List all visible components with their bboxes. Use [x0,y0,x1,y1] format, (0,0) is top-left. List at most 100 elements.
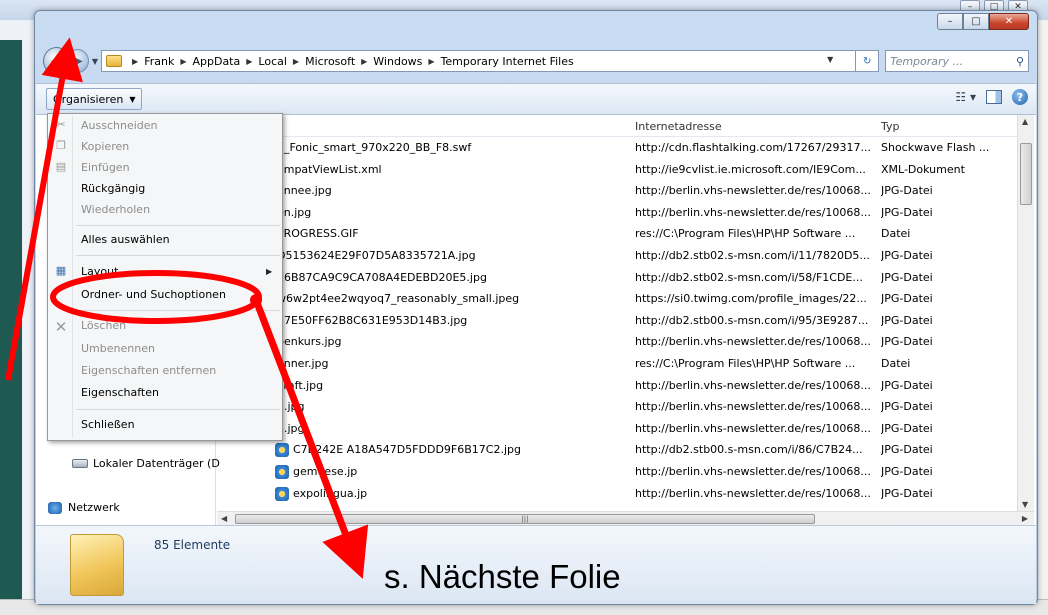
file-url-cell: http://db2.stb00.s-msn.com/i/95/3E9287..… [635,313,869,327]
paste-icon: ▤ [55,160,67,173]
file-name-cell: 37E50FF62B8C631E953D14B3.jpg [277,313,468,327]
layout-icon: ▦ [55,264,67,277]
refresh-icon: ↻ [863,55,872,67]
table-row[interactable]: anner.jpg res://C:\Program Files\HP\HP So… [217,353,1017,374]
breadcrumb-local[interactable]: Local [258,55,287,68]
menu-item-cut[interactable]: Ausschneiden [81,119,158,132]
table-row[interactable]: E6B87CA9C9CA708A4EDEBD20E5.jpg http://db2… [217,267,1017,288]
scroll-up-icon[interactable]: ▲ [1022,117,1028,126]
item-count: 85 Elemente [154,538,231,552]
table-row[interactable]: w6w2pt4ee2wqyoq7_reasonably_small.jpeg ht… [217,288,1017,309]
file-url-cell: http://berlin.vhs-newsletter.de/res/1006… [635,378,871,392]
search-placeholder: Temporary ... [890,54,964,68]
breadcrumb-frank[interactable]: Frank [144,55,174,68]
menu-item-delete[interactable]: Löschen [81,319,126,332]
organize-button[interactable]: Organisieren ▼ [46,88,143,110]
file-type-cell: JPG-Datei [881,313,933,327]
table-row[interactable]: benkurs.jpg http://berlin.vhs-newsletter.… [217,331,1017,352]
breadcrumb-separator[interactable]: ▶ [246,57,252,66]
scroll-left-icon[interactable]: ◀ [221,514,227,523]
file-type-cell: JPG-Datei [881,486,933,500]
recent-pages-dropdown[interactable]: ▼ [92,57,98,66]
file-type-cell: JPG-Datei [881,443,933,457]
menu-item-layout[interactable]: Layout [81,265,118,278]
address-bar[interactable]: ▶ Frank ▶ AppData ▶ Local ▶ Microsoft ▶ … [101,50,857,72]
menu-item-close[interactable]: Schließen [81,418,135,431]
menu-item-select-all[interactable]: Alles auswählen [81,233,170,246]
column-header-type[interactable]: Typ [881,120,900,133]
table-row[interactable]: annee.jpg http://berlin.vhs-newsletter.de… [217,180,1017,201]
menu-item-paste[interactable]: Einfügen [81,161,130,174]
file-name-cell: en.jpg [277,205,312,219]
menu-item-rename[interactable]: Umbenennen [81,342,155,355]
table-row[interactable]: D5153624E29F07D5A8335721A.jpg http://db2.… [217,245,1017,266]
vertical-scroll-thumb[interactable] [1020,143,1032,205]
nav-item-network[interactable]: Netzwerk [48,501,120,514]
file-url-cell: res://C:\Program Files\HP\HP Software ..… [635,357,856,370]
file-url-cell: http://cdn.flashtalking.com/17267/29317.… [635,141,871,154]
file-name-cell: annee.jpg [277,184,332,198]
file-name-cell: D5153624E29F07D5A8335721A.jpg [277,249,476,262]
scroll-right-icon[interactable]: ▶ [1022,514,1028,523]
menu-item-copy[interactable]: Kopieren [81,140,129,153]
table-row[interactable]: PROGRESS.GIF res://C:\Program Files\HP\HP… [217,223,1017,244]
table-row[interactable]: n.jpg http://berlin.vhs-newsletter.de/res… [217,396,1017,417]
file-name-cell: E6B87CA9C9CA708A4EDEBD20E5.jpg [277,270,487,284]
table-row[interactable]: n.jpg http://berlin.vhs-newsletter.de/res… [217,418,1017,439]
horizontal-scroll-thumb[interactable]: ||| [235,514,815,524]
breadcrumb-separator[interactable]: ▶ [361,57,367,66]
table-row[interactable]: ompatViewList.xml http://ie9cvlist.ie.mic… [217,159,1017,180]
close-button[interactable]: ✕ [989,13,1029,30]
table-row[interactable]: 37E50FF62B8C631E953D14B3.jpg http://db2.s… [217,310,1017,331]
scroll-down-icon[interactable]: ▼ [1022,500,1028,509]
menu-item-redo[interactable]: Wiederholen [81,203,150,216]
menu-item-folder-search-options[interactable]: Ordner- und Suchoptionen [81,288,226,301]
file-type-cell: JPG-Datei [881,270,933,284]
toolbar-right-group: ☷ ▾ ? [955,89,1028,105]
menu-item-undo[interactable]: Rückgängig [81,182,145,195]
menu-separator [76,225,280,226]
maximize-button[interactable]: □ [963,13,989,30]
breadcrumb-appdata[interactable]: AppData [192,55,240,68]
preview-pane-icon[interactable] [986,90,1002,104]
column-headers: Internetadresse Typ [217,115,1017,137]
file-type-cell: JPG-Datei [881,184,933,198]
address-history-dropdown[interactable]: ▼ [827,55,833,64]
hard-drive-icon [72,459,88,468]
help-icon[interactable]: ? [1012,89,1028,105]
minimize-button[interactable]: – [937,13,963,30]
file-list: Internetadresse Typ 7_Fonic_smart_970x22… [217,115,1017,511]
search-icon[interactable]: ⚲ [1016,55,1024,68]
submenu-arrow-icon: ▶ [266,267,273,276]
table-row[interactable]: expolingua.jp http://berlin.vhs-newslette… [217,483,1017,504]
breadcrumb-separator[interactable]: ▶ [428,57,434,66]
breadcrumb-microsoft[interactable]: Microsoft [305,55,355,68]
table-row[interactable]: C7B242E A18A547D5FDDD9F6B17C2.jpg http://… [217,439,1017,460]
table-row[interactable]: en.jpg http://berlin.vhs-newsletter.de/re… [217,202,1017,223]
table-row[interactable]: kraft.jpg http://berlin.vhs-newsletter.de… [217,375,1017,396]
folder-icon [70,534,124,596]
refresh-button[interactable]: ↻ [856,50,880,72]
table-row[interactable]: 7_Fonic_smart_970x220_BB_F8.swf http://cd… [217,137,1017,158]
back-arrow-icon: ◀ [51,53,62,69]
horizontal-scrollbar[interactable]: ◀ ||| ▶ [217,511,1034,525]
breadcrumb-windows[interactable]: Windows [373,55,422,68]
menu-item-properties[interactable]: Eigenschaften [81,386,159,399]
vertical-scrollbar[interactable]: ▲ ▼ [1017,115,1034,511]
breadcrumb-temporary-internet-files[interactable]: Temporary Internet Files [441,55,574,68]
breadcrumb-separator[interactable]: ▶ [293,57,299,66]
file-type-cell: Shockwave Flash ... [881,141,990,154]
file-name-cell: n.jpg [277,400,305,414]
breadcrumb-separator[interactable]: ▶ [180,57,186,66]
organize-context-menu: ✂ Ausschneiden ❐ Kopieren ▤ Einfügen Rüc… [47,113,283,441]
view-options-icon[interactable]: ☷ ▾ [955,90,976,104]
file-name-cell: w6w2pt4ee2wqyoq7_reasonably_small.jpeg [277,292,520,306]
column-header-url[interactable]: Internetadresse [635,120,722,133]
table-row[interactable]: gemuese.jp http://berlin.vhs-newsletter.d… [217,461,1017,482]
file-type-cell: JPG-Datei [881,400,933,414]
breadcrumb-separator[interactable]: ▶ [132,57,138,66]
forward-button[interactable]: ▶ [65,49,89,73]
search-input[interactable]: Temporary ... ⚲ [885,50,1029,72]
menu-item-remove-properties[interactable]: Eigenschaften entfernen [81,364,216,377]
nav-item-local-drive[interactable]: Lokaler Datenträger (D [72,457,220,470]
